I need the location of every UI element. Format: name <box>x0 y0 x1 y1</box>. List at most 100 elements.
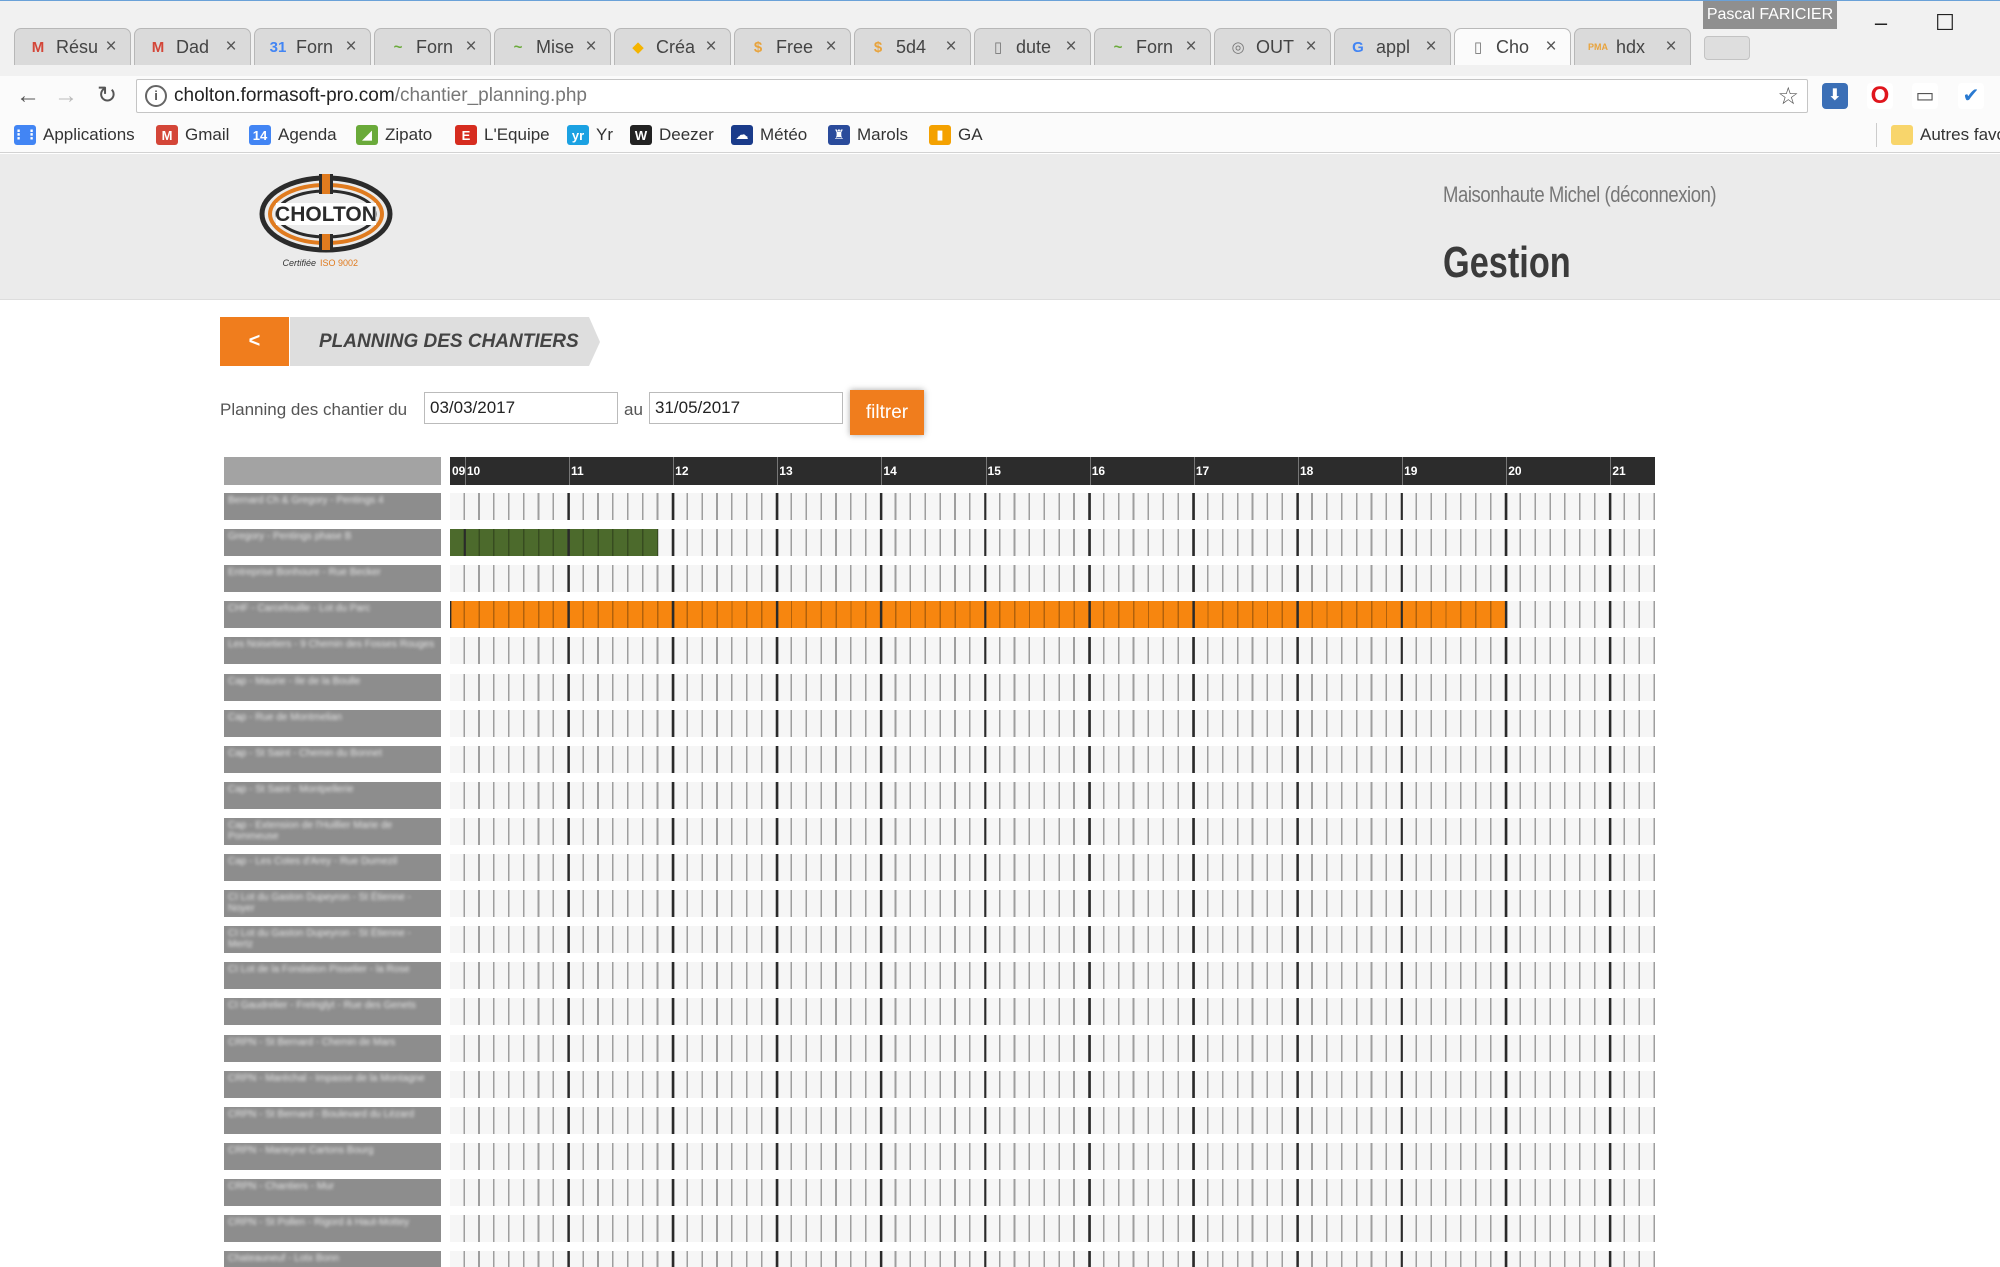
chantier-row-label[interactable]: Gregory - Pentings phase B <box>224 529 441 557</box>
browser-tab[interactable]: M Résu × <box>14 28 131 65</box>
planning-row-days[interactable] <box>450 926 1655 954</box>
maximize-icon[interactable]: ☐ <box>1922 5 1968 41</box>
reload-icon[interactable]: ↻ <box>89 78 125 114</box>
other-bookmarks[interactable]: Autres favo <box>1876 123 2000 147</box>
close-tab-icon[interactable]: × <box>462 36 480 58</box>
cholton-logo[interactable]: CHOLTON Certifiée ISO 9002 <box>256 172 396 272</box>
planning-row-days[interactable] <box>450 817 1655 845</box>
planning-row-days[interactable] <box>450 1215 1655 1242</box>
bookmark-item[interactable]: E L'Equipe <box>455 123 550 147</box>
back-arrow-icon[interactable]: ← <box>10 78 46 114</box>
planning-row-days[interactable] <box>450 1251 1655 1267</box>
chantier-row-label[interactable]: CRPN - Marieyne Cartons Bourg <box>224 1142 441 1170</box>
chantier-row-label[interactable]: Les Noisetiers - 9 Chemin des Fosses Rou… <box>224 637 441 665</box>
browser-tab[interactable]: ~ Mise × <box>494 28 611 65</box>
planning-row-days[interactable] <box>450 601 1655 629</box>
bookmark-item[interactable]: W Deezer <box>630 123 714 147</box>
browser-tab[interactable]: $5d4 × <box>854 28 971 65</box>
close-tab-icon[interactable]: × <box>582 36 600 58</box>
chantier-row-label[interactable]: CI Lot du Gaston Dupeyron - St Étienne -… <box>224 890 441 918</box>
close-tab-icon[interactable]: × <box>1302 36 1320 58</box>
close-tab-icon[interactable]: × <box>342 36 360 58</box>
planning-row-days[interactable] <box>450 565 1655 593</box>
date-from-input[interactable] <box>424 392 618 424</box>
info-icon[interactable]: i <box>145 85 167 107</box>
chantier-row-label[interactable]: Entreprise Bonhoure - Rue Becker <box>224 565 441 593</box>
planning-row-days[interactable] <box>450 890 1655 918</box>
chantier-row-label[interactable]: Chateauneuf - Lotx Bonn <box>224 1251 441 1267</box>
back-button[interactable]: < <box>220 317 289 366</box>
browser-tab[interactable]: ~ Forn × <box>374 28 491 65</box>
close-tab-icon[interactable]: × <box>1542 36 1560 58</box>
planning-row-days[interactable] <box>450 709 1655 737</box>
chantier-row-label[interactable]: Cap - St Saint - Chemin du Bonnet <box>224 745 441 773</box>
date-to-input[interactable] <box>649 392 843 424</box>
browser-tab[interactable]: 31 Forn × <box>254 28 371 65</box>
chantier-row-label[interactable]: CRPN - St Pollen - Rigord à Haut-Mottey <box>224 1215 441 1242</box>
chantier-row-label[interactable]: CRPN - St Bernard - Chemin de Mars <box>224 1034 441 1062</box>
planning-row-days[interactable] <box>450 998 1655 1026</box>
chantier-row-label[interactable]: Cap - St Saint - Montpellerie <box>224 781 441 809</box>
bookmark-item[interactable]: ☁ Météo <box>731 123 807 147</box>
browser-tab[interactable]: ◎ OUT × <box>1214 28 1331 65</box>
bookmark-item[interactable]: ◢ Zipato <box>356 123 432 147</box>
bookmark-item[interactable]: ♜ Marols <box>828 123 908 147</box>
bookmark-item[interactable]: ▮ GA <box>929 123 983 147</box>
planning-row-days[interactable] <box>450 529 1655 557</box>
browser-tab[interactable]: ▯ dute × <box>974 28 1091 65</box>
browser-tab[interactable]: ▯ Cho × <box>1454 28 1571 65</box>
bookmark-item[interactable]: ⋮⋮ Applications <box>12 123 135 147</box>
chantier-row-label[interactable]: CHF - Carcefouille - Lot du Parc <box>224 601 441 629</box>
planning-row-days[interactable] <box>450 1106 1655 1134</box>
browser-tab[interactable]: PMA hdx × <box>1574 28 1691 65</box>
browser-tab[interactable]: ◆ Créa × <box>614 28 731 65</box>
close-tab-icon[interactable]: × <box>1422 36 1440 58</box>
planning-row-days[interactable] <box>450 1070 1655 1098</box>
chantier-row-label[interactable]: CRPN - St Bernard - Boulevard du Lézard <box>224 1106 441 1134</box>
browser-tab[interactable]: ~ Forn × <box>1094 28 1211 65</box>
close-tab-icon[interactable]: × <box>702 36 720 58</box>
user-logout-link[interactable]: Maisonhaute Michel (déconnexion) <box>1443 182 1717 208</box>
filter-button[interactable]: filtrer <box>850 390 924 435</box>
new-tab-button[interactable] <box>1704 36 1750 60</box>
opera-extension-icon[interactable]: O <box>1867 83 1893 109</box>
profile-badge[interactable]: Pascal FARICIER <box>1703 1 1837 29</box>
bookmark-item[interactable]: yr Yr <box>567 123 613 147</box>
planning-row-days[interactable] <box>450 745 1655 773</box>
cast-icon[interactable]: ▭ <box>1912 83 1938 109</box>
chantier-row-label[interactable]: Bernard Ch & Gregory - Pentings 4 <box>224 493 441 520</box>
minimize-icon[interactable]: – <box>1858 5 1904 41</box>
bookmark-item[interactable]: M Gmail <box>156 123 229 147</box>
browser-tab[interactable]: Gappl × <box>1334 28 1451 65</box>
extension-check-icon[interactable]: ✔ <box>1958 83 1984 109</box>
close-tab-icon[interactable]: × <box>1182 36 1200 58</box>
planning-bar[interactable] <box>450 601 1507 629</box>
close-tab-icon[interactable]: × <box>102 36 120 58</box>
chantier-row-label[interactable]: CI Lot du Gaston Dupeyron - St Étienne -… <box>224 926 441 954</box>
close-tab-icon[interactable]: × <box>1062 36 1080 58</box>
forward-arrow-icon[interactable]: → <box>48 78 84 114</box>
planning-row-days[interactable] <box>450 673 1655 701</box>
chantier-row-label[interactable]: Cap - Les Cotes d'Arey - Rue Dumezil <box>224 854 441 881</box>
planning-row-days[interactable] <box>450 781 1655 809</box>
chantier-row-label[interactable]: CRPN - Chantiers - Mur <box>224 1178 441 1206</box>
planning-row-days[interactable] <box>450 493 1655 520</box>
close-tab-icon[interactable]: × <box>1662 36 1680 58</box>
planning-row-days[interactable] <box>450 637 1655 665</box>
chantier-row-label[interactable]: CI Gaudrelier - Frelnglyt - Rue des Gene… <box>224 998 441 1026</box>
chantier-row-label[interactable]: CI Lot de la Fondation Pisselier - la Ro… <box>224 962 441 990</box>
planning-row-days[interactable] <box>450 1142 1655 1170</box>
planning-row-days[interactable] <box>450 1178 1655 1206</box>
close-tab-icon[interactable]: × <box>822 36 840 58</box>
download-extension-icon[interactable]: ⬇ <box>1822 83 1848 109</box>
close-tab-icon[interactable]: × <box>942 36 960 58</box>
planning-row-days[interactable] <box>450 962 1655 990</box>
address-bar[interactable]: i cholton.formasoft-pro.com/chantier_pla… <box>136 79 1808 113</box>
bookmark-item[interactable]: 14 Agenda <box>249 123 337 147</box>
chantier-row-label[interactable]: Cap - Maurie - Ile de la Boulle <box>224 673 441 701</box>
chantier-row-label[interactable]: Cap - Rue de Montmelian <box>224 709 441 737</box>
browser-tab[interactable]: $ Free × <box>734 28 851 65</box>
chantier-row-label[interactable]: CRPN - Maréchal - Impasse de la Montagne <box>224 1070 441 1098</box>
chantier-row-label[interactable]: Cap - Extension de l'Huillier Marie de P… <box>224 817 441 845</box>
planning-row-days[interactable] <box>450 854 1655 881</box>
